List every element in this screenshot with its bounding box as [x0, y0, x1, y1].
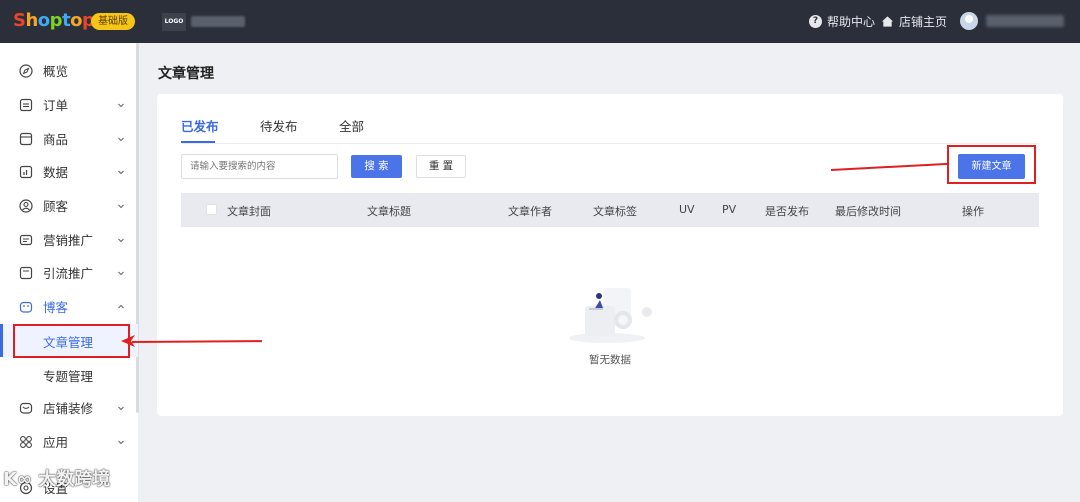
column-header[interactable]: 最后修改时间 — [835, 203, 901, 219]
product-icon — [19, 132, 33, 145]
sidebar-item-label: 顾客 — [43, 199, 69, 214]
plan-badge: 基础版 — [91, 13, 135, 30]
search-input[interactable] — [181, 154, 338, 179]
chevron-down-icon — [118, 238, 124, 242]
marketing-icon — [19, 234, 33, 245]
watermark-text: 大数跨境 — [38, 469, 111, 490]
store-name-redacted — [191, 16, 245, 27]
store-home-link[interactable]: 店铺主页 — [881, 13, 947, 30]
compass-icon — [19, 63, 33, 78]
sidebar-item-traffic[interactable]: 引流推广 — [0, 256, 138, 289]
sidebar-item-label: 店铺装修 — [43, 401, 94, 416]
tab-all[interactable]: 全部 — [339, 116, 364, 135]
column-header[interactable]: 文章标签 — [593, 203, 637, 219]
chevron-down-icon — [118, 440, 124, 444]
sidebar-item-decorate[interactable]: 店铺装修 — [0, 391, 138, 424]
help-center-link[interactable]: ? 帮助中心 — [809, 13, 875, 30]
chevron-down-icon — [118, 103, 124, 107]
column-header[interactable]: 文章作者 — [508, 203, 552, 219]
order-icon — [19, 98, 33, 111]
sidebar-item-apps[interactable]: 应用 — [0, 425, 138, 458]
annotation-box — [947, 145, 1036, 184]
column-header[interactable]: 是否发布 — [765, 203, 809, 219]
store-home-label: 店铺主页 — [899, 15, 948, 29]
chevron-up-icon — [118, 304, 124, 308]
home-icon — [881, 16, 894, 27]
page-title: 文章管理 — [158, 66, 214, 82]
help-icon: ? — [809, 15, 822, 28]
column-header[interactable]: 操作 — [962, 203, 984, 219]
traffic-icon — [19, 266, 33, 279]
decorate-icon — [19, 402, 33, 414]
tab-pending[interactable]: 待发布 — [260, 116, 298, 135]
sidebar-item-label: 博客 — [43, 300, 69, 315]
column-header[interactable]: UV — [679, 203, 695, 216]
annotation-box — [13, 324, 130, 358]
customer-icon — [19, 198, 33, 213]
help-label: 帮助中心 — [827, 15, 876, 29]
reset-button[interactable]: 重 置 — [416, 155, 466, 178]
sidebar-item-label: 商品 — [43, 132, 69, 147]
sidebar-item-marketing[interactable]: 营销推广 — [0, 223, 138, 256]
sidebar-item-customers[interactable]: 顾客 — [0, 189, 138, 222]
sidebar-item-products[interactable]: 商品 — [0, 122, 138, 155]
sidebar-item-data[interactable]: 数据 — [0, 155, 138, 188]
avatar[interactable] — [960, 12, 978, 30]
chevron-down-icon — [118, 204, 124, 208]
search-button[interactable]: 搜 索 — [351, 155, 402, 178]
column-header[interactable]: 文章封面 — [227, 203, 271, 219]
tabs-divider — [181, 143, 1039, 144]
watermark: K∞ 大数跨境 — [3, 465, 110, 491]
apps-icon — [20, 435, 32, 448]
column-header[interactable]: 文章标题 — [367, 203, 411, 219]
top-bar: Shoptop 基础版 LOGO ? 帮助中心 店铺主页 — [0, 0, 1080, 43]
sidebar-item-label: 数据 — [43, 165, 69, 180]
sidebar-item-orders[interactable]: 订单 — [0, 88, 138, 121]
table-header: 文章封面 文章标题 文章作者 文章标签 UV PV 是否发布 最后修改时间 操作 — [181, 193, 1039, 227]
chevron-down-icon — [118, 406, 124, 410]
select-all-checkbox[interactable] — [206, 204, 217, 215]
chevron-down-icon — [118, 170, 124, 174]
sidebar-item-blog[interactable]: 博客 — [0, 290, 138, 323]
chevron-down-icon — [118, 271, 124, 275]
brand-logo[interactable]: Shoptop — [13, 10, 95, 31]
empty-state-illustration — [569, 288, 652, 343]
sidebar-item-label: 订单 — [43, 98, 69, 113]
sidebar-item-label: 营销推广 — [43, 233, 94, 248]
sidebar-item-label: 应用 — [43, 435, 69, 450]
empty-state-text: 暂无数据 — [589, 354, 631, 366]
blog-icon — [19, 301, 33, 313]
user-name-redacted[interactable] — [986, 15, 1064, 27]
column-header[interactable]: PV — [722, 203, 736, 216]
chart-icon — [19, 165, 33, 178]
chevron-down-icon — [118, 137, 124, 141]
sidebar-item-label: 概览 — [43, 64, 69, 79]
store-logo[interactable]: LOGO — [162, 13, 186, 31]
tab-published[interactable]: 已发布 — [181, 116, 219, 135]
sidebar-item-label: 引流推广 — [43, 266, 94, 281]
watermark-logo: K∞ — [3, 469, 32, 490]
sidebar-item-overview[interactable]: 概览 — [0, 54, 138, 87]
sidebar-subitem-label: 专题管理 — [43, 369, 94, 384]
annotation-arrowhead — [121, 335, 135, 347]
